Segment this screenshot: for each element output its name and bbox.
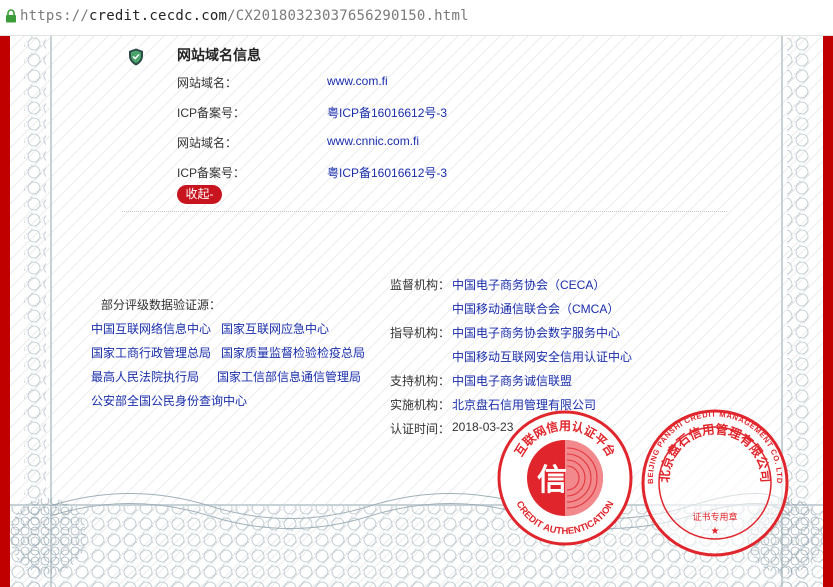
support-label: 支持机构： xyxy=(390,374,451,388)
url-path: /CX20180323037656290150.html xyxy=(227,8,469,24)
implement-label: 实施机构： xyxy=(390,398,451,412)
supervisor-label: 监督机构： xyxy=(390,278,451,292)
source-link-mps[interactable]: 公安部全国公民身份查询中心 xyxy=(91,392,247,409)
source-link-miit[interactable]: 国家工信部信息通信管理局 xyxy=(217,368,361,385)
source-link-cncert[interactable]: 国家互联网应急中心 xyxy=(221,320,329,337)
supervisor-ceca[interactable]: 中国电子商务协会（CECA） xyxy=(452,276,605,293)
guide-digital-service[interactable]: 中国电子商务协会数字服务中心 xyxy=(452,324,620,341)
url-scheme: https:// xyxy=(20,8,90,24)
domain-label-1: 网站域名： xyxy=(177,76,238,90)
source-link-cnnic[interactable]: 中国互联网络信息中心 xyxy=(91,320,211,337)
credit-authentication-seal: 信 互联网信用认证平台 CREDIT AUTHENTICATION xyxy=(497,410,633,546)
date-label: 认证时间： xyxy=(390,422,451,436)
sources-title: 部分评级数据验证源： xyxy=(101,298,222,312)
shield-check-icon xyxy=(129,48,143,66)
icp-value-2: 粤ICP备16016612号-3 xyxy=(327,166,448,180)
certificate-frame: 网站域名信息 网站域名： www.com.fi ICP备案号： 粤ICP备160… xyxy=(0,36,833,587)
panshi-company-seal: BEIJING PANSHI CREDIT MANAGEMENT CO. LTD… xyxy=(641,409,789,557)
star-icon: ★ xyxy=(711,526,720,537)
section-divider xyxy=(122,211,727,212)
guide-label: 指导机构： xyxy=(390,326,451,340)
icp-value-1: 粤ICP备16016612号-3 xyxy=(327,106,448,120)
section-title: 网站域名信息 xyxy=(177,47,261,63)
domain-value-1: www.com.fi xyxy=(327,74,388,88)
icp-label-1: ICP备案号： xyxy=(177,106,246,120)
source-link-saic[interactable]: 国家工商行政管理总局 xyxy=(91,344,211,361)
seal-special-text: 证书专用章 xyxy=(692,511,737,523)
supervisor-cmca[interactable]: 中国移动通信联合会（CMCA） xyxy=(452,300,619,317)
source-link-court[interactable]: 最高人民法院执行局 xyxy=(91,368,199,385)
url-text[interactable]: https://credit.cecdc.com/CX2018032303765… xyxy=(20,8,469,24)
lock-icon xyxy=(6,9,16,23)
icp-label-2: ICP备案号： xyxy=(177,166,246,180)
url-host: credit.cecdc.com xyxy=(89,8,228,24)
domain-value-2: www.cnnic.com.fi xyxy=(327,134,420,148)
support-value[interactable]: 中国电子商务诚信联盟 xyxy=(452,372,572,389)
certificate-paper: 网站域名信息 网站域名： www.com.fi ICP备案号： 粤ICP备160… xyxy=(10,36,823,587)
seal-center-char: 信 xyxy=(537,463,567,498)
guide-mobile-security[interactable]: 中国移动互联网安全信用认证中心 xyxy=(452,348,632,365)
source-link-aqsiq[interactable]: 国家质量监督检验检疫总局 xyxy=(221,344,365,361)
domain-label-2: 网站域名： xyxy=(177,136,238,150)
address-bar[interactable]: https://credit.cecdc.com/CX2018032303765… xyxy=(0,0,833,36)
collapse-button[interactable]: 收起- xyxy=(177,185,222,204)
